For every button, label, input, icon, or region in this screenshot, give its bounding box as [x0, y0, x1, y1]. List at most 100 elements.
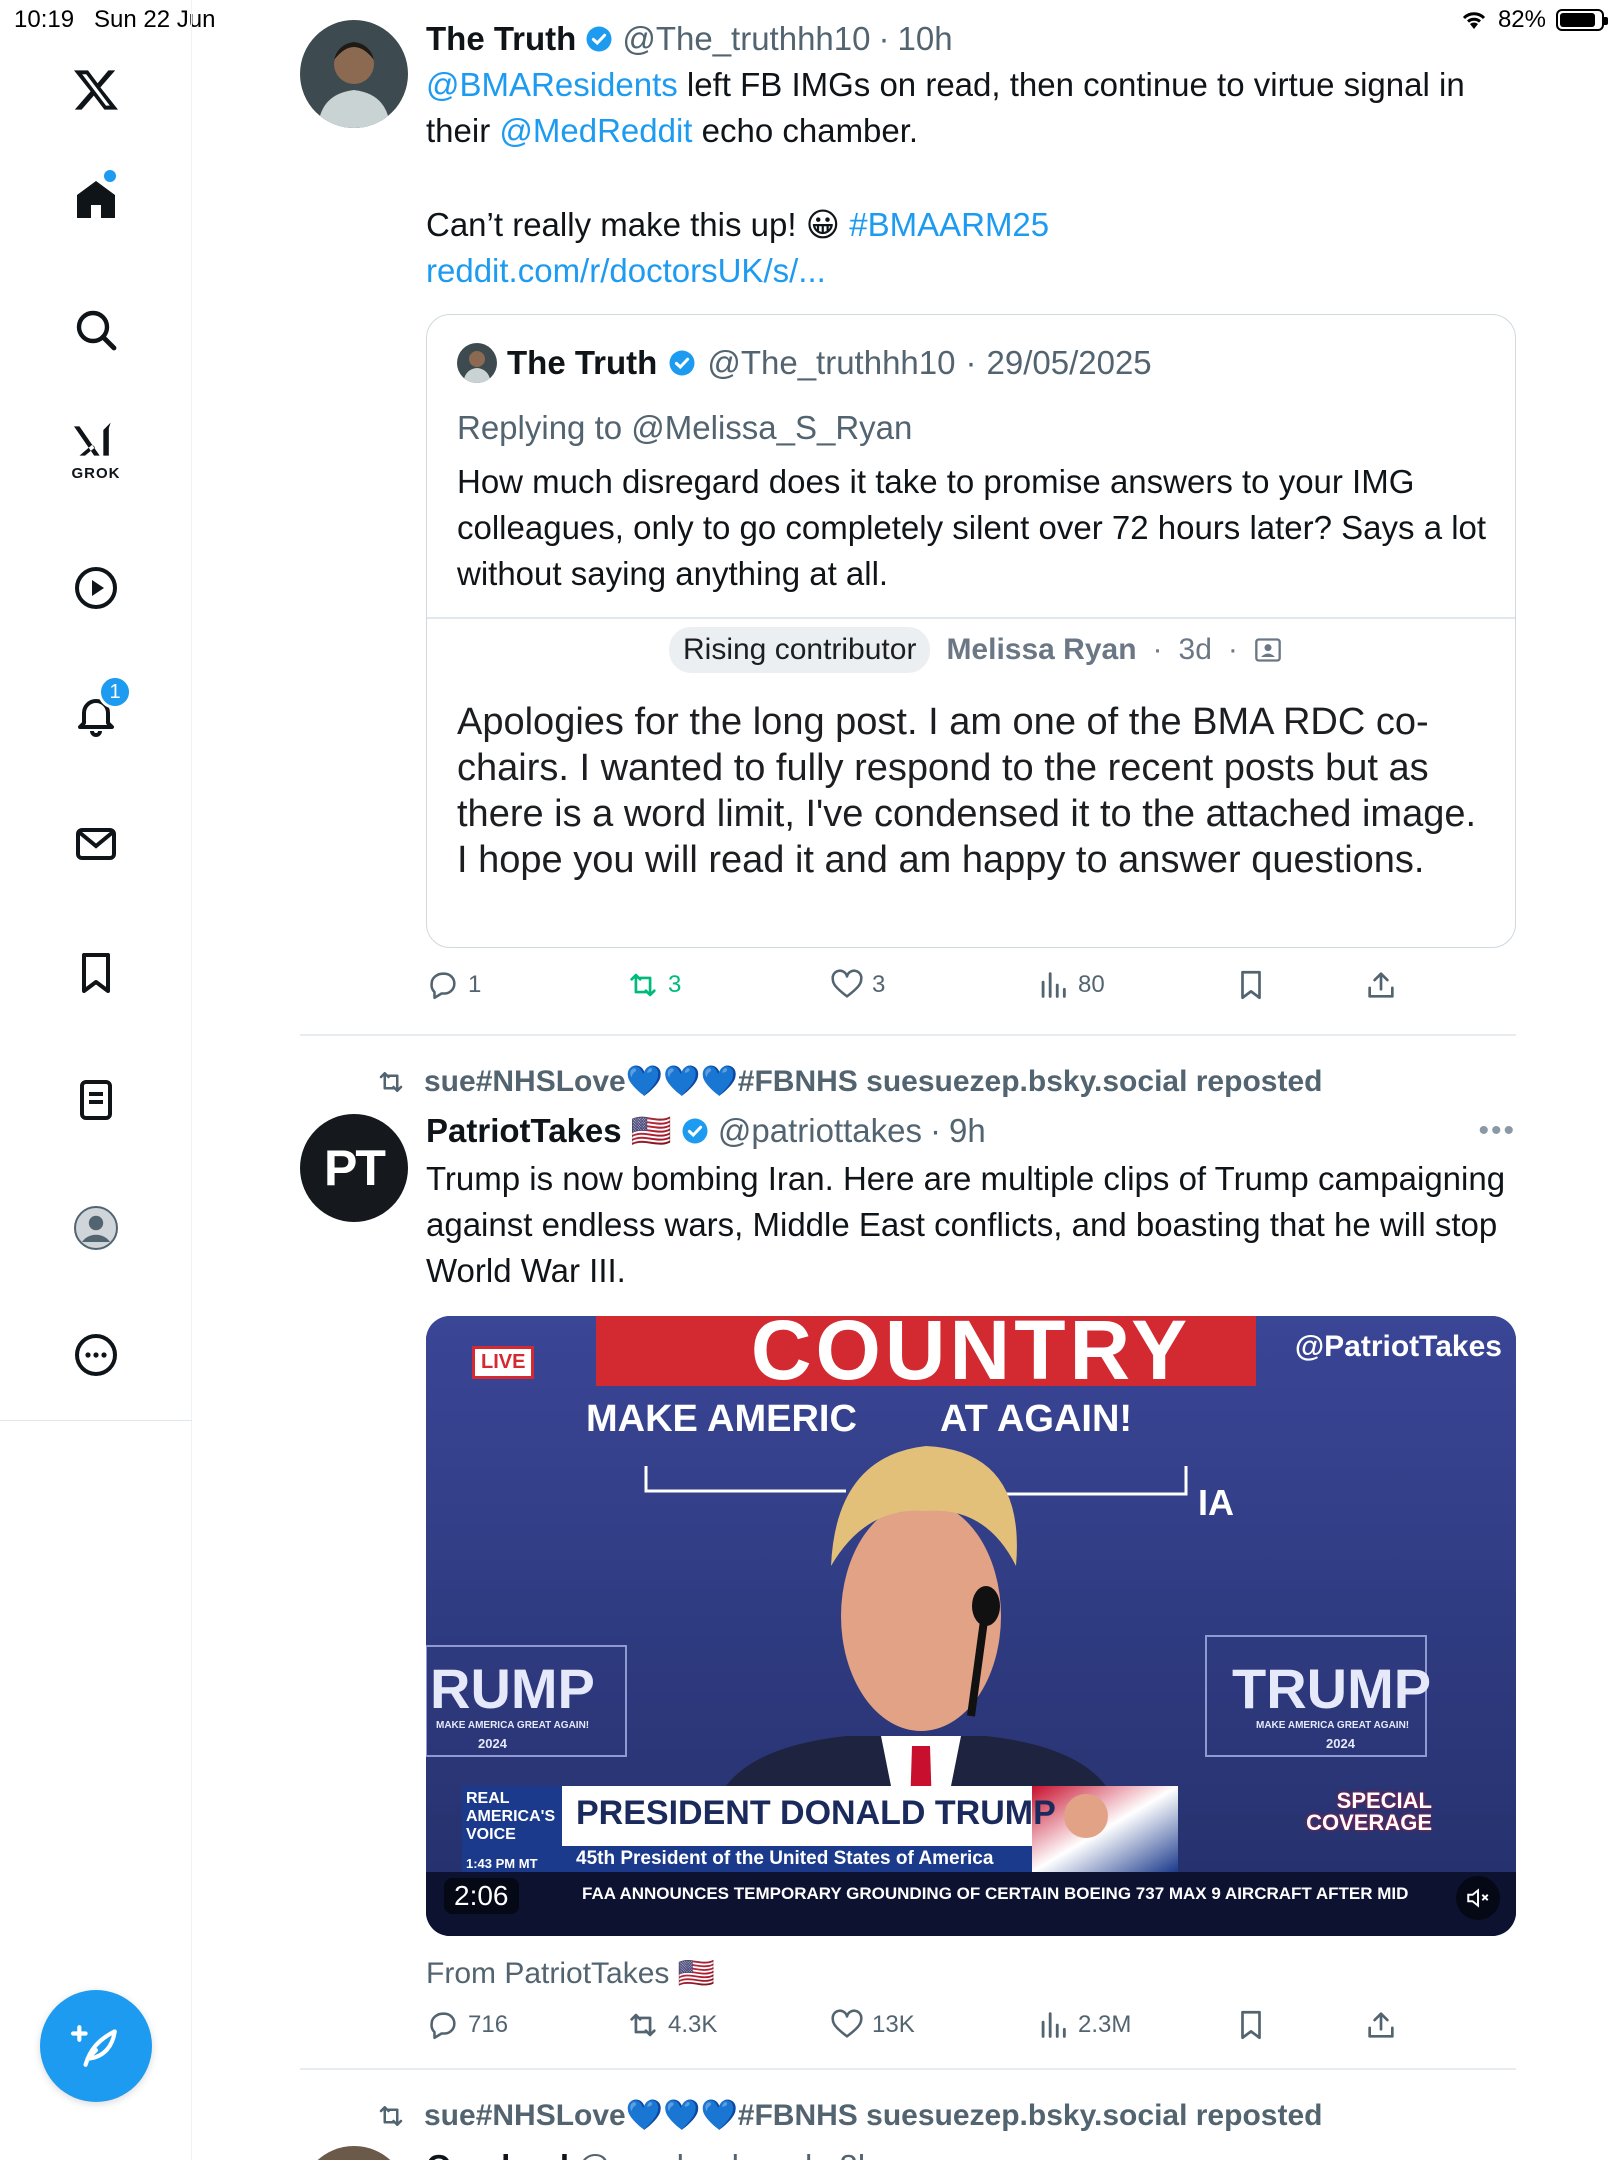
- mention-link[interactable]: @BMAResidents: [426, 66, 678, 103]
- external-link[interactable]: reddit.com/r/doctorsUK/s/...: [426, 248, 826, 294]
- network-logo: REAL AMERICA'S VOICE: [466, 1790, 556, 1843]
- reply-count: 1: [468, 971, 482, 998]
- share-icon: [1368, 2012, 1394, 2038]
- bookmarks-icon[interactable]: [56, 933, 136, 1013]
- author-handle[interactable]: @The_truthhh10: [622, 18, 870, 60]
- tweet-text: @BMAResidents left FB IMGs on read, then…: [426, 62, 1516, 154]
- repost-context[interactable]: sue#NHSLove💙💙💙#FBNHS suesuezep.bsky.soci…: [376, 1064, 1322, 1099]
- profile-icon[interactable]: [56, 1188, 136, 1268]
- messages-icon[interactable]: [56, 804, 136, 884]
- reply-button[interactable]: 716: [426, 2008, 508, 2042]
- battery-icon: [1556, 9, 1608, 31]
- author-name[interactable]: PatriotTakes 🇺🇸: [426, 1110, 672, 1152]
- grok-icon: [74, 422, 111, 456]
- reply-count: 716: [468, 2011, 509, 2038]
- compose-button[interactable]: [40, 1990, 152, 2102]
- embed-author: Melissa Ryan: [946, 633, 1137, 666]
- repost-context-text: sue#NHSLove💙💙💙#FBNHS suesuezep.bsky.soci…: [424, 1065, 1323, 1098]
- avatar[interactable]: [300, 2146, 408, 2160]
- video-player[interactable]: LIVE @PatriotTakes COUNTRY MAKE AMERIC A…: [426, 1316, 1516, 1936]
- views-button[interactable]: 80: [1036, 968, 1105, 1002]
- mute-button[interactable]: [1456, 1876, 1500, 1920]
- verified-badge-icon: [586, 26, 612, 52]
- replying-to: Replying to @Melissa_S_Ryan: [457, 409, 913, 446]
- rising-contributor-pill: Rising contributor: [669, 627, 931, 673]
- repost-icon: [630, 2013, 656, 2037]
- grok-nav[interactable]: GROK: [56, 410, 136, 490]
- lower-third-subtitle: 45th President of the United States of A…: [576, 1848, 994, 1869]
- sign-right-sub: MAKE AMERICA GREAT AGAIN!: [1256, 1720, 1410, 1731]
- views-count: 2.3M: [1078, 2011, 1132, 2038]
- repost-context[interactable]: sue#NHSLove💙💙💙#FBNHS suesuezep.bsky.soci…: [376, 2098, 1322, 2133]
- tweet-actions: 716 4.3K 13K 2.3M: [426, 2008, 1516, 2052]
- sidebar: GROK 1: [0, 0, 192, 2160]
- avatar[interactable]: PT: [300, 1114, 408, 1222]
- battery-percent: 82%: [1497, 6, 1546, 33]
- repost-count: 3: [668, 971, 682, 998]
- more-options-icon[interactable]: •••: [1478, 1114, 1516, 1148]
- like-count: 3: [872, 971, 886, 998]
- home-icon[interactable]: [56, 160, 136, 240]
- banner-text: COUNTRY: [750, 1316, 1192, 1397]
- share-button[interactable]: [1364, 2008, 1398, 2042]
- tweet-time[interactable]: 8h: [839, 2146, 876, 2160]
- home-unread-dot: [104, 170, 116, 182]
- sign-right-year: 2024: [1326, 1736, 1355, 1751]
- reply-icon: [430, 2012, 456, 2040]
- share-button[interactable]: [1364, 968, 1398, 1002]
- search-icon[interactable]: [56, 290, 136, 370]
- like-count: 13K: [872, 2011, 915, 2038]
- tweet-text: Trump is now bombing Iran. Here are mult…: [426, 1160, 1506, 1289]
- sign-right: TRUMP: [1232, 1657, 1432, 1720]
- wifi-icon: [1462, 12, 1486, 29]
- bookmark-button[interactable]: [1234, 968, 1268, 1002]
- tweet-separator: [300, 2068, 1516, 2070]
- video-source[interactable]: From PatriotTakes 🇺🇸: [426, 1956, 715, 1991]
- video-icon[interactable]: [56, 548, 136, 628]
- slogan-text: MAKE AMERIC AT AGAIN!: [586, 1398, 1133, 1440]
- author-handle[interactable]: @patriottakes: [718, 1110, 922, 1152]
- repost-button[interactable]: 3: [626, 968, 681, 1002]
- author-handle[interactable]: @quadearl_earl: [577, 2146, 812, 2160]
- sign-left-sub: MAKE AMERICA GREAT AGAIN!: [436, 1720, 590, 1731]
- quote-text: How much disregard does it take to promi…: [457, 463, 1487, 592]
- repost-button[interactable]: 4.3K: [626, 2008, 717, 2042]
- lists-icon[interactable]: [56, 1060, 136, 1140]
- verified-badge-icon: [682, 1118, 708, 1144]
- bookmark-button[interactable]: [1234, 2008, 1268, 2042]
- tweet-time[interactable]: 10h: [898, 18, 953, 60]
- tweet-actions: 1 3 3 80: [426, 968, 1516, 1012]
- mention-link[interactable]: @MedReddit: [499, 112, 692, 149]
- reply-button[interactable]: 1: [426, 968, 481, 1002]
- heart-icon: [831, 2009, 863, 2038]
- notifications-badge: 1: [98, 675, 132, 709]
- share-icon: [1368, 972, 1394, 998]
- tweet-text-part: Can’t really make this up! 😀: [426, 206, 850, 243]
- quote-date: 29/05/2025: [986, 344, 1152, 381]
- author-name[interactable]: The Truth: [426, 18, 576, 60]
- heart-icon: [831, 969, 863, 998]
- like-button[interactable]: 13K: [830, 2008, 915, 2042]
- hashtag-link[interactable]: #BMAARM25: [849, 206, 1049, 243]
- tweet-time[interactable]: 9h: [949, 1110, 986, 1152]
- notifications-icon[interactable]: 1: [56, 675, 136, 755]
- views-icon: [1041, 2012, 1066, 2038]
- more-options-icon[interactable]: [56, 1315, 136, 1395]
- tweet-text-part: echo chamber.: [692, 112, 919, 149]
- author-name[interactable]: Quadearl: [426, 2146, 569, 2160]
- video-duration: 2:06: [444, 1878, 519, 1914]
- views-button[interactable]: 2.3M: [1036, 2008, 1131, 2042]
- repost-icon: [630, 973, 656, 997]
- reply-icon: [430, 972, 456, 1000]
- x-logo-icon[interactable]: [56, 50, 136, 130]
- like-button[interactable]: 3: [830, 968, 885, 1002]
- quote-divider: [427, 617, 1515, 619]
- special-coverage: SPECIAL COVERAGE: [1306, 1788, 1432, 1835]
- bookmark-icon: [1241, 970, 1261, 1000]
- quote-avatar: [457, 343, 497, 383]
- grok-label: GROK: [71, 464, 121, 482]
- sidebar-divider: [0, 1420, 192, 1421]
- avatar[interactable]: [300, 20, 408, 128]
- quoted-tweet[interactable]: The Truth @The_truthhh10 · 29/05/2025 Re…: [426, 314, 1516, 948]
- repost-icon: [379, 1071, 403, 1092]
